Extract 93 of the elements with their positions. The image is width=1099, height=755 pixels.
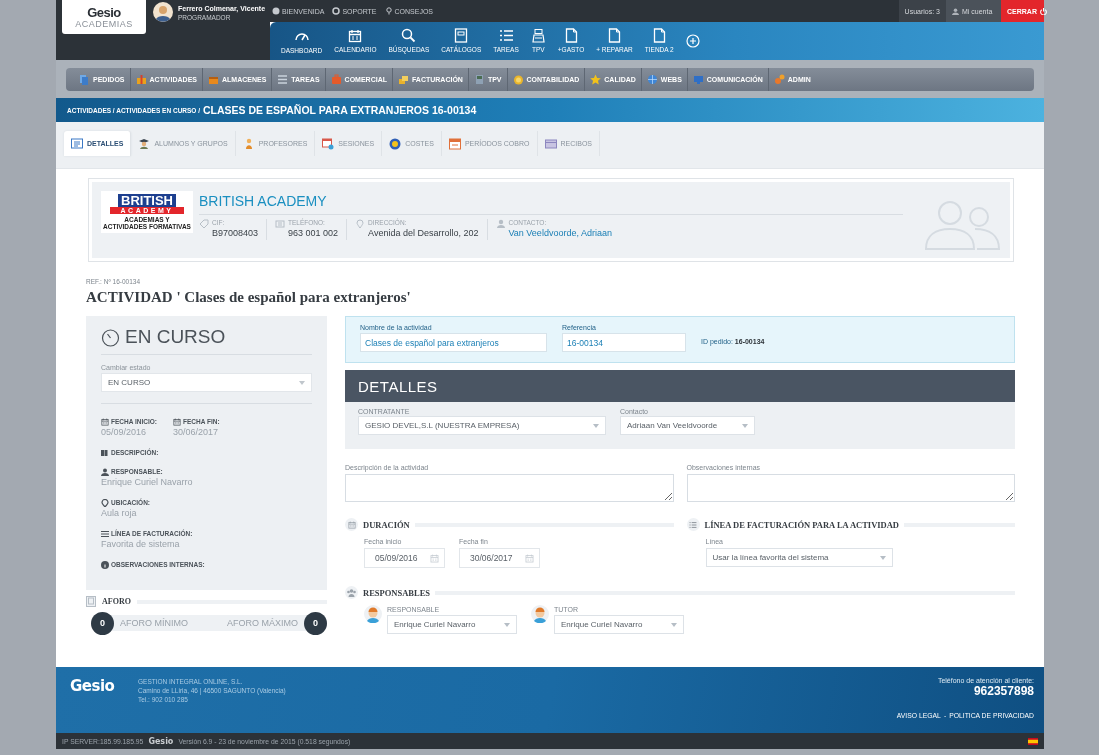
tablet-icon bbox=[86, 596, 96, 607]
lightbulb-icon bbox=[384, 7, 393, 15]
caret-icon bbox=[742, 423, 748, 428]
user-icon bbox=[101, 467, 109, 476]
search-icon bbox=[401, 28, 417, 43]
calendar-icon bbox=[448, 137, 461, 150]
document-icon bbox=[652, 28, 666, 43]
list-icon bbox=[498, 28, 514, 43]
avatar-icon bbox=[153, 2, 173, 22]
user-icon bbox=[495, 219, 506, 229]
field-value: Favorita de sistema bbox=[101, 538, 181, 550]
book-icon bbox=[454, 28, 469, 43]
calendar-icon bbox=[347, 520, 356, 529]
footer-logo: Gesio bbox=[148, 736, 174, 746]
field-value: 05/09/2016 bbox=[101, 426, 148, 438]
add-icon[interactable] bbox=[685, 34, 700, 48]
calendar-icon bbox=[348, 28, 363, 43]
star-icon bbox=[590, 74, 602, 85]
input-field[interactable]: Clases de español para extranjeros bbox=[360, 333, 547, 352]
headset-avatar-icon bbox=[364, 605, 382, 623]
tag-icon bbox=[199, 219, 209, 229]
status-select[interactable]: EN CURSO bbox=[101, 373, 312, 392]
caret-icon bbox=[671, 622, 677, 627]
list-icon bbox=[689, 520, 697, 529]
document-icon bbox=[608, 28, 621, 43]
capacity-label: AFORO MÁXIMO bbox=[226, 618, 299, 628]
document-icon bbox=[564, 28, 578, 43]
headset-avatar-icon bbox=[531, 605, 549, 623]
company-name: BRITISH ACADEMY bbox=[199, 191, 903, 215]
select-field[interactable]: Enrique Curiel Navarro bbox=[387, 615, 517, 634]
lifebuoy-icon bbox=[332, 7, 341, 15]
calendar-icon bbox=[525, 553, 534, 563]
input-field[interactable]: 16-00134 bbox=[562, 333, 686, 352]
field-value: Aula roja bbox=[101, 507, 138, 519]
card-icon bbox=[544, 137, 557, 150]
date-field[interactable]: 05/09/2016 bbox=[364, 548, 445, 568]
list-icon bbox=[101, 529, 109, 538]
capacity-label: AFORO MÍNIMO bbox=[119, 618, 189, 628]
caret-icon bbox=[299, 380, 305, 385]
people-icon bbox=[923, 199, 1003, 251]
contact-link[interactable]: Van Veeldvoorde, Adriaan bbox=[508, 227, 612, 240]
breadcrumb-current: CLASES DE ESPAÑOL PARA EXTRANJEROS 16-00134 bbox=[203, 104, 477, 116]
book-icon bbox=[101, 448, 109, 457]
select-field[interactable]: Enrique Curiel Navarro bbox=[554, 615, 684, 634]
select-field[interactable]: Usar la línea favorita del sistema bbox=[705, 548, 893, 567]
spain-flag-icon[interactable] bbox=[1028, 737, 1038, 745]
globe-icon bbox=[646, 74, 658, 85]
count-badge: 0 bbox=[91, 611, 114, 635]
field-value: 30/06/2017 bbox=[173, 426, 220, 438]
section-title: RESPONSABLES bbox=[363, 587, 431, 598]
field-value: 963 001 002 bbox=[288, 227, 339, 240]
pin-icon bbox=[101, 498, 109, 507]
caret-icon bbox=[504, 622, 510, 627]
list-icon bbox=[71, 137, 83, 150]
graduate-icon bbox=[138, 137, 151, 150]
user-icon bbox=[952, 7, 959, 15]
activity-title: ACTIVIDAD ' Clases de español para extranjeros' bbox=[86, 288, 412, 306]
field-value: B97008403 bbox=[212, 227, 259, 240]
footer-logo: Gesio bbox=[70, 677, 116, 697]
status-title: EN CURSO bbox=[125, 326, 226, 348]
list-icon bbox=[277, 74, 289, 85]
gift-icon bbox=[135, 74, 147, 85]
pages-icon bbox=[79, 74, 90, 85]
calendar-icon bbox=[173, 417, 181, 426]
stopwatch-icon bbox=[101, 327, 120, 347]
briefcase-icon bbox=[330, 74, 342, 85]
pin-icon bbox=[355, 219, 366, 229]
group-icon bbox=[347, 588, 356, 597]
coin-icon bbox=[512, 74, 524, 85]
calendar-clock-icon bbox=[322, 137, 335, 150]
caret-icon bbox=[879, 555, 886, 560]
euro-coin-icon bbox=[389, 137, 402, 150]
box-icon bbox=[207, 74, 219, 85]
coins-icon bbox=[397, 74, 409, 85]
count-badge: 0 bbox=[304, 611, 327, 635]
section-title: AFORO bbox=[102, 597, 131, 606]
gears-icon bbox=[773, 74, 785, 85]
section-header: DETALLES bbox=[345, 370, 1015, 402]
logo-text: Gesio bbox=[87, 5, 121, 19]
support-phone: 962357898 bbox=[973, 684, 1034, 698]
power-icon bbox=[1039, 7, 1047, 15]
field-value: Enrique Curiel Navarro bbox=[101, 476, 194, 488]
select-field[interactable]: Adriaan Van Veeldvoorde bbox=[620, 416, 755, 435]
select-field[interactable]: GESIO DEVEL,S.L (NUESTRA EMPRESA) bbox=[358, 416, 606, 435]
section-title: DURACIÓN bbox=[363, 519, 410, 530]
section-title: LÍNEA DE FACTURACIÓN PARA LA ACTIVIDAD bbox=[704, 519, 899, 530]
date-field[interactable]: 30/06/2017 bbox=[459, 548, 540, 568]
calendar-icon bbox=[101, 417, 109, 426]
caret-icon bbox=[593, 423, 599, 428]
logo-subtitle: ACADEMIAS bbox=[75, 18, 133, 29]
field-value: Avenida del Desarrollo, 202 bbox=[368, 227, 479, 240]
calendar-icon bbox=[430, 553, 439, 563]
monitor-icon bbox=[692, 74, 704, 85]
